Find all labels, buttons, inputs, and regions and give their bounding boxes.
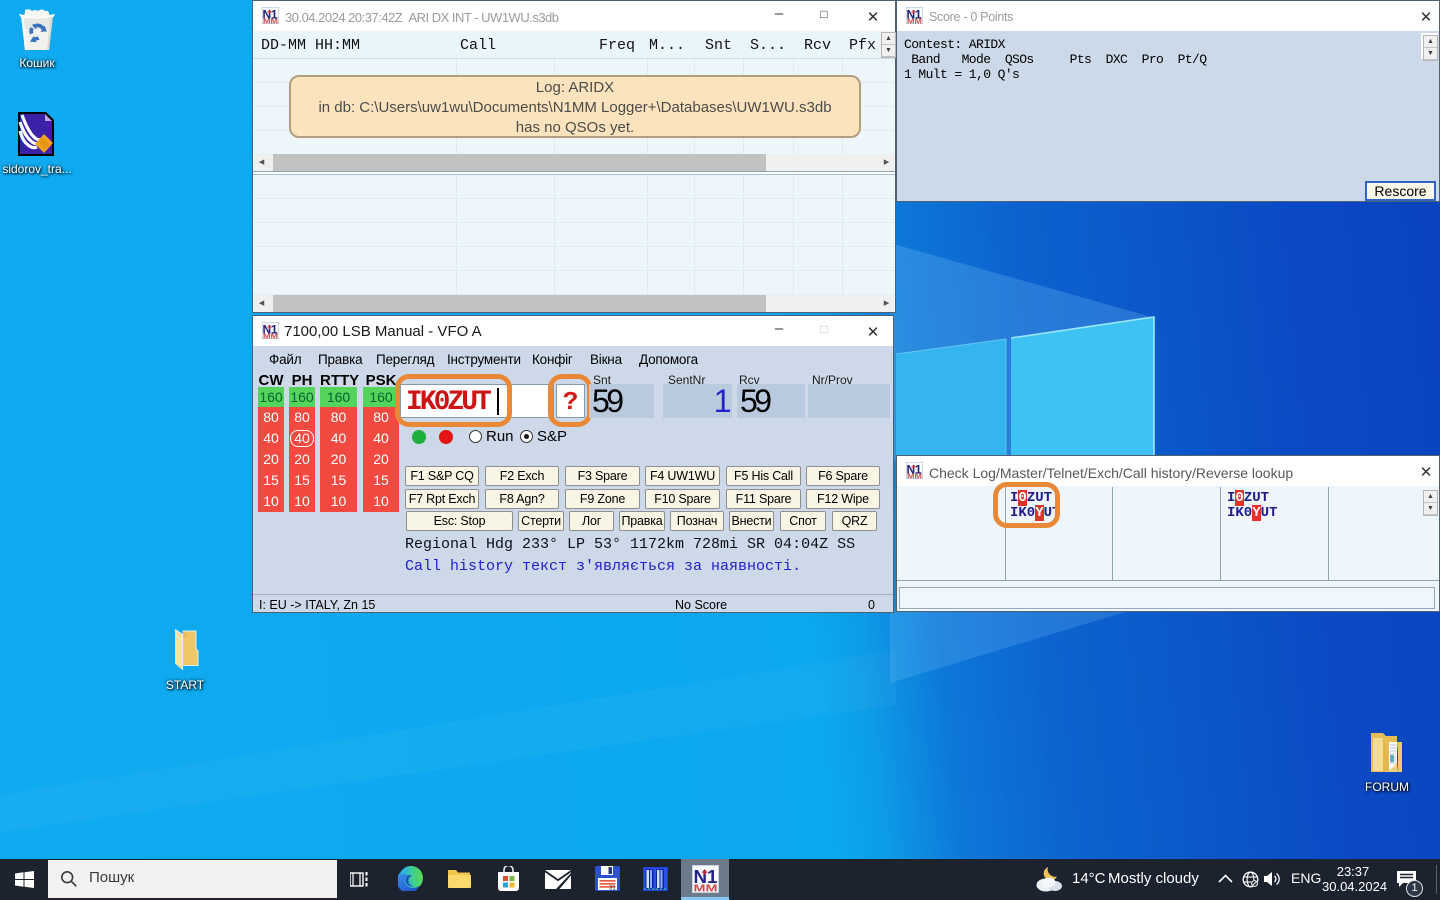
svg-text:MM: MM	[907, 474, 922, 480]
svg-text:+: +	[267, 323, 272, 332]
svg-text:31: 31	[609, 886, 616, 892]
svg-text:+: +	[911, 8, 916, 17]
svg-text:+: +	[267, 8, 272, 17]
svg-text:MM: MM	[907, 19, 922, 25]
svg-text:MM: MM	[694, 884, 718, 894]
svg-text:MM: MM	[263, 19, 278, 25]
svg-text:MM: MM	[263, 334, 278, 340]
svg-text:+: +	[911, 463, 916, 472]
svg-text:+: +	[702, 867, 708, 879]
